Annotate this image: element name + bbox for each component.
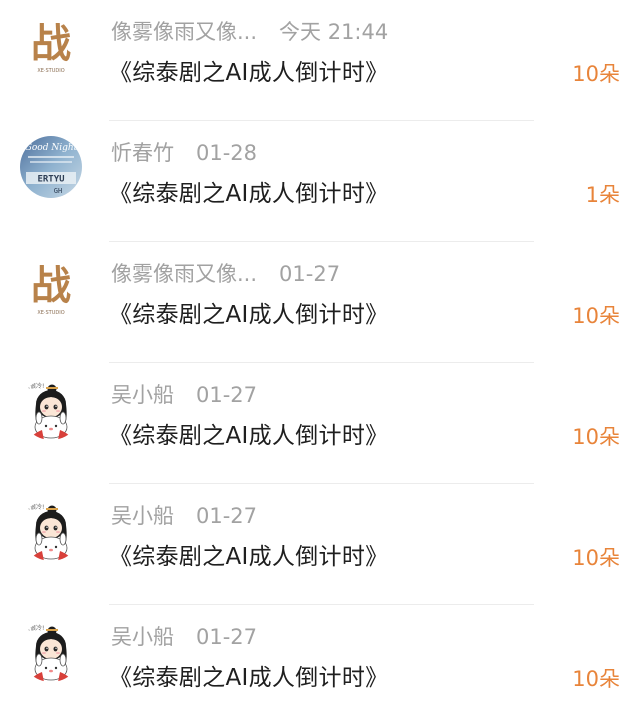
avatar[interactable]: 战 XE·STUDIO — [20, 15, 82, 77]
sender-name[interactable]: 忻春竹 — [111, 137, 174, 169]
good-night-keyboard-icon: Good Night ERTYU GH — [20, 136, 82, 198]
list-item[interactable]: 吴小船 01-27 《综泰剧之AI成人倒计时》 10朵 — [0, 363, 640, 484]
timestamp: 01-27 — [196, 504, 258, 528]
gift-record-list: 战 XE·STUDIO 像雾像雨又像... 今天 21:44 《综泰剧之AI成人倒… — [0, 0, 640, 726]
gift-count: 10朵 — [572, 425, 620, 449]
item-meta: 吴小船 01-27 — [111, 379, 257, 411]
item-meta: 像雾像雨又像... 01-27 — [111, 258, 340, 290]
list-item[interactable]: Good Night ERTYU GH 忻春竹 01-28 《综泰剧之AI成人倒计… — [0, 121, 640, 242]
work-title[interactable]: 《综泰剧之AI成人倒计时》 — [109, 660, 388, 696]
list-item[interactable]: 战 XE·STUDIO 像雾像雨又像... 今天 21:44 《综泰剧之AI成人倒… — [0, 0, 640, 121]
timestamp: 01-27 — [196, 383, 258, 407]
timestamp: 今天 21:44 — [279, 20, 389, 44]
gift-count: 10朵 — [572, 546, 620, 570]
avatar-keys-row-2: GH — [54, 187, 62, 195]
item-meta: 吴小船 01-27 — [111, 500, 257, 532]
avatar[interactable]: Good Night ERTYU GH — [20, 136, 82, 198]
cartoon-girl-with-bunny-icon — [20, 378, 82, 440]
sender-name[interactable]: 吴小船 — [111, 500, 174, 532]
gift-count: 1朵 — [585, 183, 620, 207]
gift-count: 10朵 — [572, 62, 620, 86]
item-meta: 像雾像雨又像... 今天 21:44 — [111, 16, 388, 48]
work-title[interactable]: 《综泰剧之AI成人倒计时》 — [109, 176, 388, 212]
work-title[interactable]: 《综泰剧之AI成人倒计时》 — [109, 55, 388, 91]
timestamp: 01-27 — [196, 625, 258, 649]
avatar-caption: XE·STUDIO — [37, 310, 64, 316]
avatar-calligraphy-char: 战 — [31, 262, 71, 309]
item-meta: 吴小船 01-27 — [111, 621, 257, 653]
work-title[interactable]: 《综泰剧之AI成人倒计时》 — [109, 418, 388, 454]
avatar[interactable] — [20, 378, 82, 440]
work-title[interactable]: 《综泰剧之AI成人倒计时》 — [109, 297, 388, 333]
avatar-goodnight-heading: Good Night — [25, 143, 78, 153]
sender-name[interactable]: 像雾像雨又像... — [111, 16, 257, 48]
cartoon-girl-with-bunny-icon — [20, 620, 82, 682]
list-item[interactable]: 吴小船 01-27 《综泰剧之AI成人倒计时》 10朵 — [0, 484, 640, 605]
avatar-keys-row: ERTYU — [37, 175, 64, 185]
timestamp: 01-28 — [196, 141, 258, 165]
list-item[interactable]: 吴小船 01-27 《综泰剧之AI成人倒计时》 10朵 — [0, 605, 640, 726]
avatar[interactable] — [20, 499, 82, 561]
avatar-caption: XE·STUDIO — [37, 68, 64, 74]
cartoon-girl-with-bunny-icon — [20, 499, 82, 561]
avatar[interactable] — [20, 620, 82, 682]
sender-name[interactable]: 吴小船 — [111, 621, 174, 653]
sender-name[interactable]: 像雾像雨又像... — [111, 258, 257, 290]
timestamp: 01-27 — [279, 262, 341, 286]
avatar-calligraphy-char: 战 — [31, 20, 71, 67]
zhan-calligraphy-logo-icon: 战 XE·STUDIO — [20, 257, 82, 319]
work-title[interactable]: 《综泰剧之AI成人倒计时》 — [109, 539, 388, 575]
item-meta: 忻春竹 01-28 — [111, 137, 257, 169]
avatar[interactable]: 战 XE·STUDIO — [20, 257, 82, 319]
gift-count: 10朵 — [572, 304, 620, 328]
sender-name[interactable]: 吴小船 — [111, 379, 174, 411]
list-item[interactable]: 战 XE·STUDIO 像雾像雨又像... 01-27 《综泰剧之AI成人倒计时》… — [0, 242, 640, 363]
gift-count: 10朵 — [572, 667, 620, 691]
zhan-calligraphy-logo-icon: 战 XE·STUDIO — [20, 15, 82, 77]
